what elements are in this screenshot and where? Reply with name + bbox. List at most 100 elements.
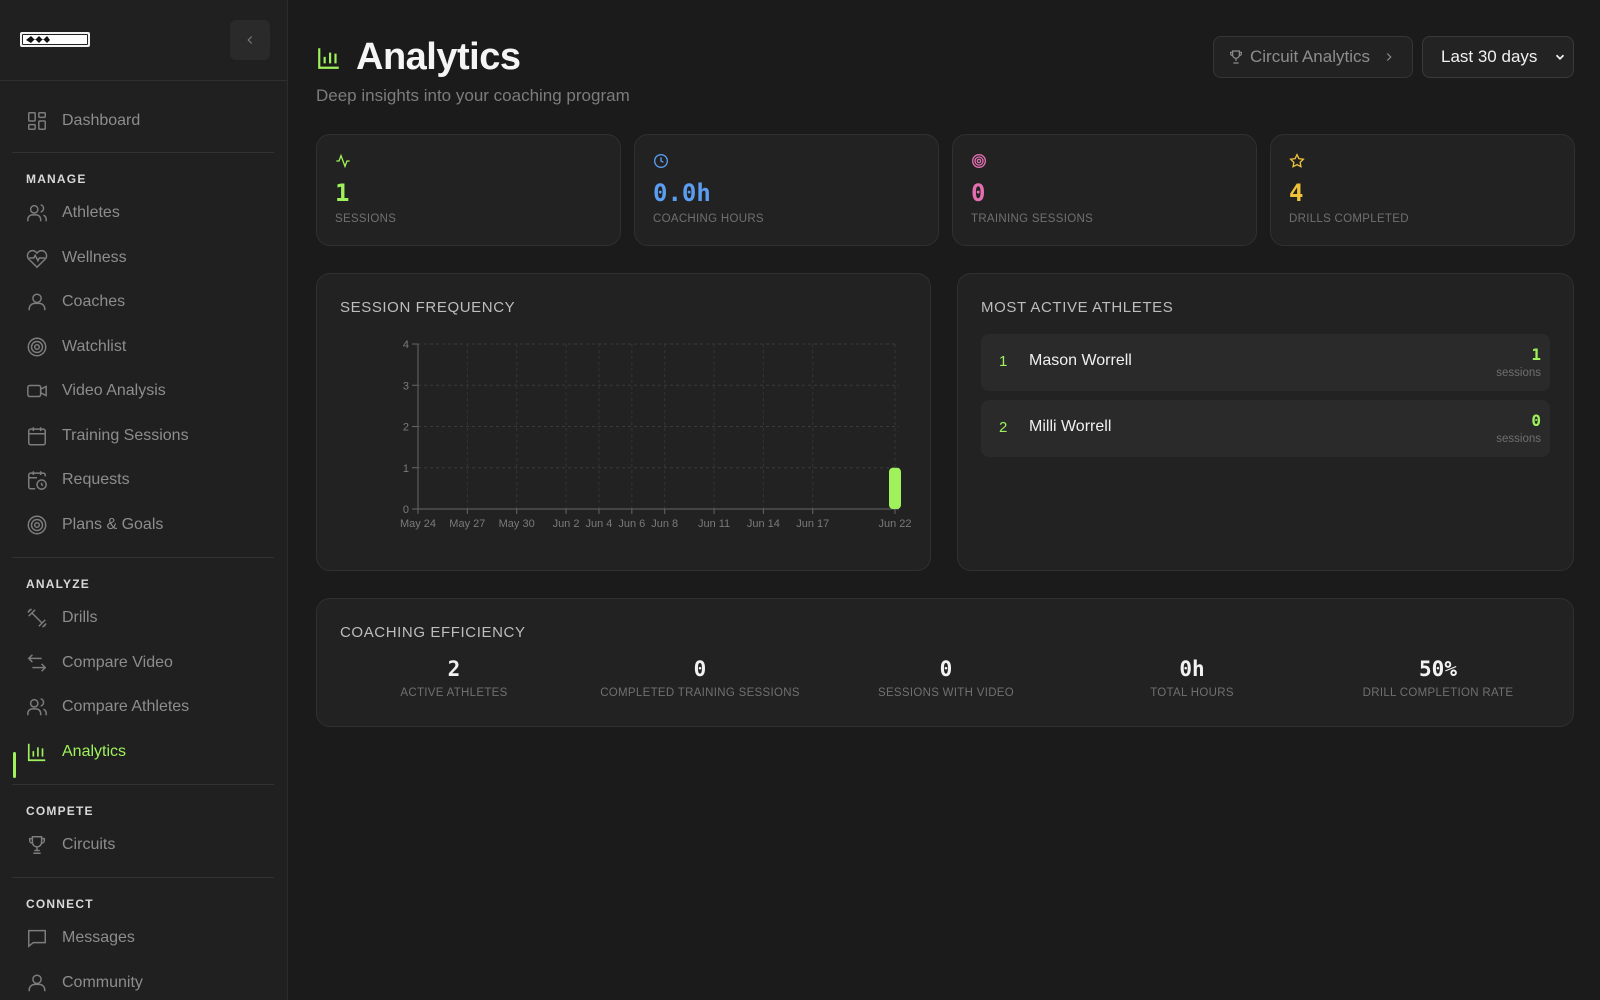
- stat-card-training-sessions: 0 TRAINING SESSIONS: [952, 134, 1257, 246]
- sidebar-item-analytics[interactable]: Analytics: [26, 737, 126, 767]
- efficiency-metric-total-hours: 0h TOTAL HOURS: [1072, 657, 1312, 699]
- sidebar-item-plans-goals[interactable]: Plans & Goals: [26, 510, 163, 540]
- user-icon: [28, 974, 46, 992]
- athlete-name: Milli Worrell: [1029, 418, 1112, 435]
- sidebar-item-wellness[interactable]: Wellness: [26, 243, 127, 273]
- athlete-row[interactable]: 1 Mason Worrell 1 sessions: [981, 334, 1550, 391]
- calendar-icon: [28, 427, 46, 446]
- sidebar-divider: [12, 784, 274, 785]
- stat-value: 0.0h: [653, 179, 711, 207]
- athlete-rank: 1: [999, 353, 1008, 370]
- sidebar-item-athletes[interactable]: Athletes: [26, 198, 120, 228]
- stat-label: SESSIONS: [335, 213, 397, 225]
- sidebar-item-label: Community: [62, 974, 143, 991]
- efficiency-metric-active-athletes: 2 ACTIVE ATHLETES: [334, 657, 574, 699]
- circuit-analytics-button[interactable]: Circuit Analytics: [1213, 36, 1413, 78]
- sidebar-item-compare-athletes[interactable]: Compare Athletes: [26, 692, 189, 722]
- athlete-rank: 2: [999, 419, 1008, 436]
- user-icon: [28, 293, 46, 311]
- collapse-sidebar-button[interactable]: [230, 20, 270, 60]
- metric-value: 0: [939, 657, 953, 681]
- stat-label: COACHING HOURS: [653, 213, 764, 225]
- sidebar-item-label: Dashboard: [62, 112, 141, 129]
- metric-value: 0: [693, 657, 707, 681]
- y-tick-label: 1: [403, 463, 409, 475]
- sidebar-item-coaches[interactable]: Coaches: [26, 287, 125, 317]
- sidebar-divider: [12, 877, 274, 878]
- sidebar-item-circuits[interactable]: Circuits: [26, 830, 115, 860]
- sidebar-item-label: Circuits: [62, 836, 116, 853]
- clock-icon: [654, 154, 668, 168]
- sidebar-item-label: Watchlist: [62, 338, 127, 355]
- heart-pulse-icon: [26, 249, 48, 269]
- target-icon: [972, 154, 986, 168]
- target-icon: [27, 337, 47, 357]
- athlete-row[interactable]: 2 Milli Worrell 0 sessions: [981, 400, 1550, 457]
- stat-label: TRAINING SESSIONS: [971, 213, 1094, 225]
- metric-label: COMPLETED TRAINING SESSIONS: [600, 687, 800, 699]
- efficiency-metric-drill-completion: 50% DRILL COMPLETION RATE: [1318, 657, 1558, 699]
- main-content: Analytics Deep insights into your coachi…: [288, 0, 1600, 1000]
- section-label-compete: COMPETE: [26, 804, 94, 818]
- page-subtitle: Deep insights into your coaching program: [316, 86, 630, 105]
- sidebar-item-watchlist[interactable]: Watchlist: [26, 332, 126, 362]
- stat-value: 4: [1289, 179, 1304, 207]
- dashboard-icon: [28, 112, 46, 130]
- x-tick-label: Jun 17: [796, 518, 829, 530]
- metric-label: SESSIONS WITH VIDEO: [877, 687, 1015, 699]
- brand-logo[interactable]: [20, 32, 90, 47]
- metric-value: 50%: [1419, 657, 1457, 681]
- x-tick-label: May 24: [400, 518, 436, 530]
- bar-chart-icon: [27, 743, 46, 762]
- panel-title: COACHING EFFICIENCY: [340, 624, 526, 641]
- sidebar-item-label: Wellness: [62, 249, 127, 266]
- coaching-efficiency-panel: COACHING EFFICIENCY 2 ACTIVE ATHLETES 0 …: [316, 598, 1574, 727]
- y-tick-label: 0: [403, 504, 409, 516]
- stat-card-sessions: 1 SESSIONS: [316, 134, 621, 246]
- dumbbell-icon: [27, 608, 47, 628]
- sidebar-item-messages[interactable]: Messages: [26, 923, 135, 953]
- sidebar-item-dashboard[interactable]: Dashboard: [26, 106, 140, 136]
- sidebar-divider: [12, 557, 274, 558]
- sidebar-item-label: Analytics: [62, 743, 127, 760]
- stat-value: 1: [335, 179, 350, 207]
- sidebar-item-label: Messages: [62, 929, 135, 946]
- sidebar-item-video-analysis[interactable]: Video Analysis: [26, 376, 166, 406]
- page-title: Analytics: [356, 36, 521, 78]
- date-range-value: Last 30 days: [1441, 47, 1538, 66]
- sidebar-item-label: Requests: [62, 471, 130, 488]
- sidebar-brand: [0, 0, 287, 81]
- trophy-icon: [1230, 50, 1242, 64]
- sidebar-item-compare-video[interactable]: Compare Video: [26, 648, 173, 678]
- bar-chart-icon: [318, 47, 339, 69]
- goal-target-icon: [27, 515, 47, 535]
- sidebar-item-drills[interactable]: Drills: [26, 603, 98, 633]
- sidebar-item-requests[interactable]: Requests: [26, 465, 130, 495]
- x-tick-label: Jun 8: [651, 518, 678, 530]
- session-frequency-chart: 0 1 2 3 4 May 24 May 27 May 30 Jun 2 Jun 4 Jun 6 Ju…: [400, 339, 912, 530]
- stat-card-coaching-hours: 0.0h COACHING HOURS: [634, 134, 939, 246]
- x-tick-label: Jun 22: [878, 518, 911, 530]
- metric-value: 2: [447, 657, 461, 681]
- users-icon: [27, 204, 47, 222]
- activity-icon: [336, 153, 350, 169]
- athlete-session-unit: sessions: [1496, 367, 1541, 379]
- date-range-select[interactable]: Last 30 days: [1422, 36, 1574, 78]
- star-icon: [1289, 153, 1305, 168]
- sidebar-item-label: Coaches: [62, 293, 126, 310]
- sidebar-item-label: Training Sessions: [62, 427, 189, 444]
- sidebar-item-label: Video Analysis: [62, 382, 166, 399]
- x-tick-label: Jun 11: [698, 518, 730, 530]
- panel-title: MOST ACTIVE ATHLETES: [981, 299, 1174, 316]
- section-label-manage: MANAGE: [26, 172, 87, 186]
- chevron-left-icon: [247, 36, 253, 44]
- y-tick-label: 3: [403, 380, 409, 392]
- section-label-connect: CONNECT: [26, 897, 94, 911]
- sidebar-item-training-sessions[interactable]: Training Sessions: [26, 421, 189, 451]
- sidebar-item-label: Athletes: [62, 204, 120, 221]
- chevron-right-icon: [1386, 53, 1392, 61]
- metric-label: ACTIVE ATHLETES: [400, 687, 508, 699]
- sidebar-divider: [12, 152, 274, 153]
- sidebar-item-community[interactable]: Community: [26, 968, 143, 998]
- efficiency-metric-sessions-with-video: 0 SESSIONS WITH VIDEO: [826, 657, 1066, 699]
